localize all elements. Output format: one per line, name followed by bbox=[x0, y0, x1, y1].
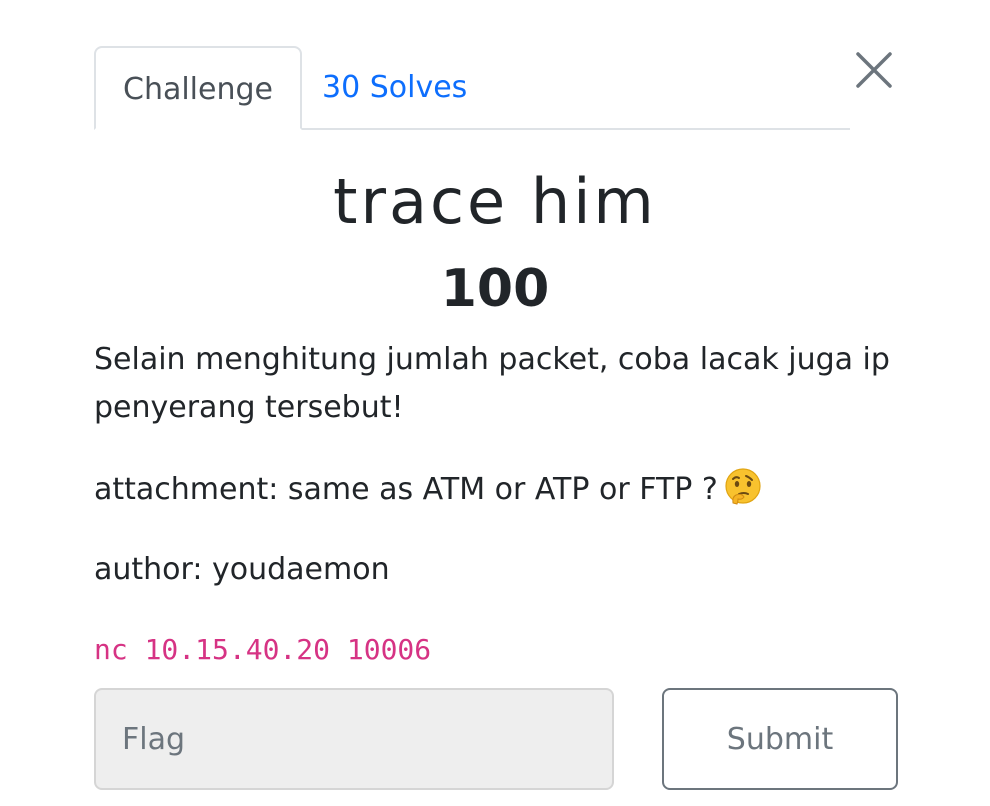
thinking-face-icon bbox=[724, 467, 762, 520]
challenge-modal: Challenge 30 Solves trace him 100 Selain… bbox=[0, 0, 990, 806]
attachment-label: attachment: same as ATM or ATP or FTP ? bbox=[94, 472, 718, 507]
challenge-points: 100 bbox=[440, 259, 550, 319]
challenge-description: Selain menghitung jumlah packet, coba la… bbox=[94, 342, 890, 425]
close-icon bbox=[856, 52, 892, 88]
modal-tabs: Challenge 30 Solves bbox=[94, 46, 850, 130]
connection-command: nc 10.15.40.20 10006 bbox=[94, 633, 432, 666]
attachment-text: attachment: same as ATM or ATP or FTP ? bbox=[94, 466, 894, 520]
submit-button[interactable]: Submit bbox=[662, 688, 898, 790]
author-text: author: youdaemon bbox=[94, 552, 390, 587]
close-button[interactable] bbox=[854, 50, 894, 90]
tab-challenge[interactable]: Challenge bbox=[94, 46, 302, 130]
challenge-title: trace him bbox=[333, 165, 657, 238]
tab-solves[interactable]: 30 Solves bbox=[322, 46, 482, 130]
flag-input[interactable] bbox=[94, 688, 614, 790]
